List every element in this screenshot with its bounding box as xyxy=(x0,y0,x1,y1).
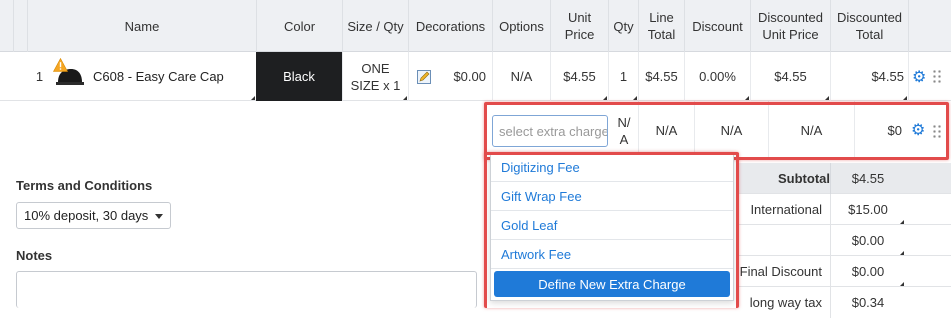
header-unit-price[interactable]: Unit Price xyxy=(550,0,608,52)
unit-price-cell[interactable]: $4.55 xyxy=(550,52,608,101)
warning-icon xyxy=(52,57,69,72)
drag-handle-icon[interactable] xyxy=(932,69,942,83)
edit-decoration-icon[interactable] xyxy=(417,69,431,84)
notes-label: Notes xyxy=(16,248,53,263)
row-actions: ⚙ xyxy=(908,52,951,101)
size-line-1: ONE xyxy=(361,60,390,76)
tax-label: long way tax xyxy=(749,295,822,310)
product-name[interactable]: C608 - Easy Care Cap xyxy=(87,52,256,101)
header-options[interactable]: Options xyxy=(492,0,550,52)
header-col-blank-2 xyxy=(13,0,27,52)
gear-icon[interactable]: ⚙ xyxy=(912,67,926,87)
header-discounted-unit-price[interactable]: Discounted Unit Price xyxy=(750,0,830,52)
summary-row-final-discount: Final Discount $0.00 xyxy=(736,256,951,287)
chevron-down-icon xyxy=(155,214,163,219)
final-discount-value[interactable]: $0.00 xyxy=(830,256,905,287)
international-label: International xyxy=(750,202,822,217)
highlight-box-dropdown xyxy=(484,152,739,308)
notes-textarea[interactable] xyxy=(16,271,477,308)
blank-value[interactable]: $0.00 xyxy=(830,225,905,256)
header-qty[interactable]: Qty xyxy=(608,0,638,52)
international-value[interactable]: $15.00 xyxy=(830,194,905,225)
discounted-total-cell[interactable]: $4.55 xyxy=(830,52,908,101)
header-name[interactable]: Name xyxy=(27,0,256,52)
header-line-total[interactable]: Line Total xyxy=(638,0,684,52)
final-discount-label: Final Discount xyxy=(739,264,822,279)
qty-cell[interactable]: 1 xyxy=(608,52,638,101)
decorations-price: $0.00 xyxy=(453,69,486,84)
color-swatch[interactable]: Black xyxy=(256,52,342,101)
discount-cell[interactable]: 0.00% xyxy=(684,52,750,101)
row-index: 1 xyxy=(35,69,44,84)
summary-table: Subtotal $4.55 International $15.00 $0.0… xyxy=(736,163,951,318)
decorations-cell[interactable]: $0.00 xyxy=(408,52,492,101)
discounted-unit-price-cell[interactable]: $4.55 xyxy=(750,52,830,101)
header-size-qty[interactable]: Size / Qty xyxy=(342,0,408,52)
subtotal-label: Subtotal xyxy=(778,171,830,186)
header-discount[interactable]: Discount xyxy=(684,0,750,52)
summary-row-subtotal: Subtotal $4.55 xyxy=(736,163,951,194)
summary-row-tax: long way tax $0.34 xyxy=(736,287,951,318)
tax-value: $0.34 xyxy=(830,287,905,318)
size-qty-cell[interactable]: ONE SIZE x 1 xyxy=(342,52,408,101)
header-color[interactable]: Color xyxy=(256,0,342,52)
row-blank xyxy=(0,52,27,101)
table-row[interactable]: 1 C608 - Easy Care Cap Black ONE SIZE x … xyxy=(0,52,951,101)
size-line-2: SIZE x 1 xyxy=(350,77,401,93)
options-cell[interactable]: N/A xyxy=(492,52,550,101)
terms-select[interactable]: 10% deposit, 30 days xyxy=(16,202,171,229)
terms-selected-value: 10% deposit, 30 days xyxy=(24,208,149,223)
header-actions xyxy=(908,0,951,52)
header-decorations[interactable]: Decorations xyxy=(408,0,492,52)
summary-row-international: International $15.00 xyxy=(736,194,951,225)
header-col-blank-1 xyxy=(0,0,13,52)
subtotal-value: $4.55 xyxy=(830,163,905,194)
terms-label: Terms and Conditions xyxy=(16,178,153,193)
line-total-cell: $4.55 xyxy=(638,52,684,101)
summary-row-blank: $0.00 xyxy=(736,225,951,256)
header-discounted-total[interactable]: Discounted Total xyxy=(830,0,908,52)
